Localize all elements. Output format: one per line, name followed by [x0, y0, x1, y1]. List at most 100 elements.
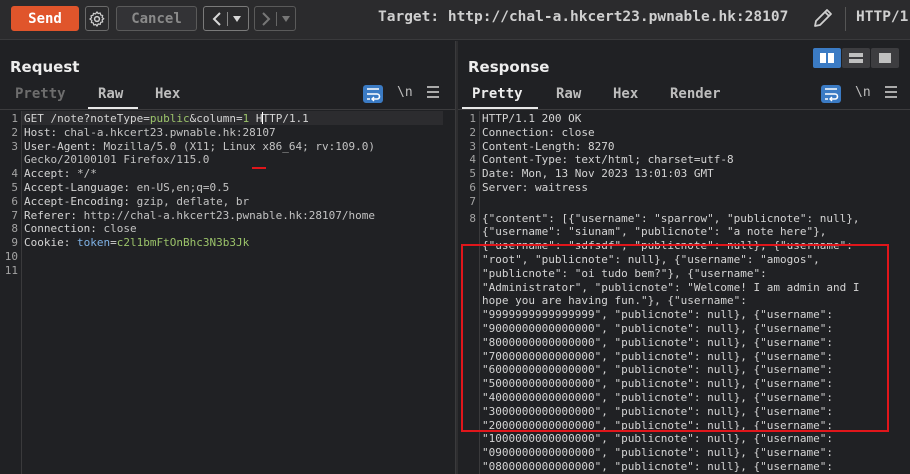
code-token: GET /note?noteType= — [24, 112, 150, 125]
wrap-toggle-button[interactable] — [821, 85, 841, 103]
hamburger-menu-icon[interactable] — [427, 86, 439, 98]
chevron-left-icon — [212, 11, 221, 26]
tab-pretty[interactable]: Pretty — [472, 86, 523, 102]
edit-target-button[interactable] — [811, 6, 835, 30]
gutter-divider — [21, 111, 22, 474]
line-number: 6 — [11, 194, 18, 208]
code-line: Server: waitress — [482, 181, 588, 194]
code-line: User-Agent: Mozilla/5.0 (X11; Linux x86_… — [24, 140, 375, 153]
tab-hex[interactable]: Hex — [613, 86, 638, 102]
code-line: Connection: close — [24, 222, 137, 235]
line-number: 3 — [11, 139, 18, 153]
line-number: 6 — [469, 181, 476, 194]
tab-pretty[interactable]: Pretty — [15, 86, 66, 102]
request-editor[interactable]: 1 GET /note?noteType=public&column=1 HTTP… — [0, 111, 455, 474]
hamburger-menu-icon[interactable] — [885, 86, 897, 98]
code-line: Referer: http://chal-a.hkcert23.pwnable.… — [24, 209, 375, 222]
code-line: Content-Type: text/html; charset=utf-8 — [482, 153, 734, 167]
split-vertical-icon[interactable] — [842, 48, 870, 68]
caret-down-icon[interactable] — [281, 15, 290, 22]
code-token: close — [103, 222, 137, 236]
code-token: gzip, deflate, br — [136, 194, 250, 208]
separator — [275, 11, 277, 26]
tab-raw[interactable]: Raw — [556, 86, 581, 102]
code-line: Gecko/20100101 Firefox/115.0 — [24, 153, 209, 166]
highlight-box — [461, 244, 889, 432]
code-token: HTTP/1.1 — [249, 112, 309, 125]
line-number: 7 — [11, 208, 18, 222]
code-token: Cookie: — [24, 236, 77, 250]
tab-hex[interactable]: Hex — [155, 86, 180, 102]
code-line: Host: chal-a.hkcert23.pwnable.hk:28107 — [24, 126, 276, 139]
response-pane: Response Pretty Raw Hex Render \n 1 HTTP/… — [458, 41, 910, 474]
newline-toggle-button[interactable]: \n — [397, 85, 413, 100]
tab-divider — [458, 109, 910, 110]
cancel-button[interactable]: Cancel — [116, 6, 197, 31]
code-line: "0800000000000000", "publicnote": null},… — [482, 460, 833, 473]
code-line: {"content": [{"username": "sparrow", "pu… — [482, 211, 860, 225]
code-line: "0900000000000000", "publicnote": null},… — [482, 446, 833, 460]
code-token: Connection: — [24, 222, 104, 236]
line-number: 4 — [11, 167, 18, 181]
http-version-selector[interactable]: HTTP/1 — [856, 9, 908, 25]
wrap-text-icon — [367, 88, 381, 102]
line-number: 2 — [11, 125, 18, 139]
code-token: Accept-Encoding: — [24, 194, 137, 208]
code-line: Date: Mon, 13 Nov 2023 13:01:03 GMT — [482, 167, 714, 181]
line-number: 9 — [11, 236, 18, 250]
line-number: 8 — [11, 222, 18, 236]
code-token: Accept: — [24, 167, 77, 181]
line-number: 11 — [4, 263, 18, 277]
code-line: Accept-Encoding: gzip, deflate, br — [24, 195, 249, 208]
code-line: {"username": "siunam", "publicnote": "a … — [482, 225, 827, 239]
text-cursor — [262, 112, 263, 124]
line-number: 10 — [4, 250, 18, 263]
toolbar-divider — [845, 7, 846, 31]
toolbar: Send Cancel Target: http://chal-a.hkcert… — [0, 0, 910, 40]
line-number: 1 — [11, 112, 18, 125]
code-token: c2l1bmFtOnBhc3N3b3Jk — [116, 236, 250, 250]
tab-divider — [0, 109, 455, 110]
line-number: 4 — [469, 153, 476, 167]
line-number: 2 — [469, 125, 476, 139]
pencil-icon — [814, 9, 832, 27]
request-pane: Request Pretty Raw Hex \n 1 GET /note?not… — [0, 41, 455, 474]
code-token: chal-a.hkcert23.pwnable.hk:28107 — [63, 125, 276, 139]
settings-button[interactable] — [85, 6, 109, 31]
single-pane-icon[interactable] — [871, 48, 899, 68]
code-token: User-Agent: — [24, 139, 104, 153]
code-line: Cookie: token=c2l1bmFtOnBhc3N3b3Jk — [24, 236, 249, 249]
code-token: &column= — [189, 112, 243, 125]
code-line: GET /note?noteType=public&column=1 HTTP/… — [24, 112, 309, 125]
line-number: 7 — [469, 194, 476, 208]
code-token: */* — [76, 167, 97, 181]
response-title: Response — [468, 58, 550, 76]
tab-render[interactable]: Render — [670, 86, 721, 102]
code-token: Host: — [24, 125, 64, 139]
code-token: = — [110, 236, 117, 250]
code-token: token — [76, 236, 111, 250]
code-line: HTTP/1.1 200 OK — [482, 112, 582, 125]
line-number: 1 — [469, 112, 476, 125]
response-editor[interactable]: 1 HTTP/1.1 200 OK 2 Connection: close 3 Conte… — [458, 111, 910, 474]
annotation-mark — [252, 167, 266, 169]
separator — [226, 11, 228, 26]
wrap-text-icon — [825, 88, 839, 102]
back-button[interactable] — [203, 6, 249, 31]
code-token: http://chal-a.hkcert23.pwnable.hk:28107/… — [83, 208, 376, 222]
tab-raw[interactable]: Raw — [98, 86, 123, 102]
split-horizontal-icon[interactable] — [813, 48, 841, 68]
line-number: 5 — [469, 167, 476, 181]
code-line: Accept: */* — [24, 167, 97, 180]
forward-button[interactable] — [254, 6, 296, 31]
request-title: Request — [10, 58, 80, 76]
wrap-toggle-button[interactable] — [363, 85, 383, 103]
send-button[interactable]: Send — [11, 6, 79, 31]
code-token: Mozilla/5.0 (X11; Linux x86_64; rv:109.0… — [103, 139, 376, 153]
newline-toggle-button[interactable]: \n — [855, 85, 871, 100]
caret-down-icon[interactable] — [232, 15, 241, 22]
code-line: "1000000000000000", "publicnote": null},… — [482, 432, 833, 446]
code-token: Gecko/20100101 Firefox/115.0 — [24, 153, 210, 167]
code-line: Accept-Language: en-US,en;q=0.5 — [24, 181, 229, 194]
code-token: Referer: — [24, 208, 84, 222]
